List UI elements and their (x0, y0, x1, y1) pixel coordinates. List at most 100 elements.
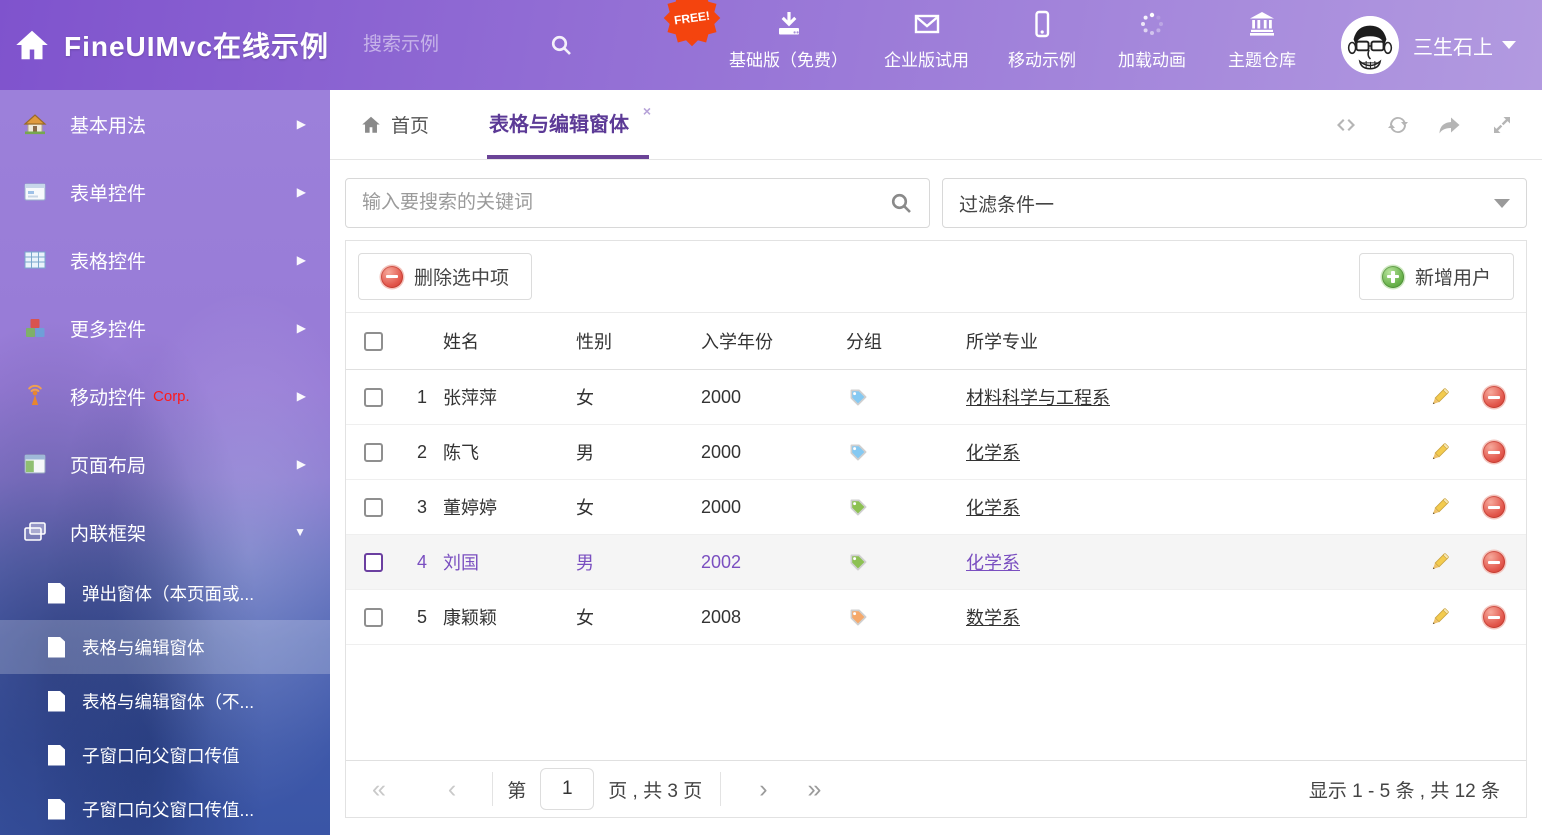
row-name: 陈飞 (443, 439, 576, 465)
delete-row-icon[interactable] (1483, 496, 1505, 518)
row-major-link[interactable]: 数学系 (966, 608, 1020, 628)
header-nav: FREE! 基础版（免费） 企业版试用 移动示例 加载动画 主题仓库 (729, 9, 1299, 81)
tab-home[interactable]: 首页 (360, 111, 429, 138)
header-search-input[interactable] (363, 34, 513, 56)
row-checkbox[interactable] (364, 553, 383, 572)
sidebar-subitem[interactable]: 表格与编辑窗体（不... (0, 674, 330, 728)
delete-row-icon[interactable] (1483, 441, 1505, 463)
sidebar-item-label: 更多控件 (70, 315, 146, 342)
sidebar: 基本用法 ▶ 表单控件 ▶ 表格控件 ▶ 更多控件 ▶ 移动控件 Corp. ▶… (0, 90, 330, 835)
edit-pencil-icon[interactable] (1428, 606, 1451, 629)
sidebar-item-label: 移动控件 (70, 383, 146, 410)
sidebar-subitem[interactable]: 表格与编辑窗体 (0, 620, 330, 674)
row-num: 5 (417, 607, 427, 628)
edit-pencil-icon[interactable] (1428, 441, 1451, 464)
last-page-button[interactable]: » (808, 777, 822, 802)
form-icon (22, 179, 48, 205)
edit-pencil-icon[interactable] (1428, 551, 1451, 574)
page-icon (48, 799, 65, 820)
add-user-button[interactable]: 新增用户 (1359, 253, 1514, 300)
search-icon[interactable] (889, 191, 913, 215)
free-badge: FREE! (663, 0, 721, 47)
table-row: 5 康颖颖 女 2008 数学系 (346, 590, 1526, 645)
sidebar-subitem-label: 子窗口向父窗口传值... (82, 797, 254, 822)
delete-row-icon[interactable] (1483, 606, 1505, 628)
nav-item-enterprise-trial[interactable]: 企业版试用 (884, 9, 969, 71)
nav-item-basic-free[interactable]: FREE! 基础版（免费） (729, 9, 848, 71)
select-all-checkbox[interactable] (364, 332, 383, 351)
layout-icon (22, 451, 48, 477)
keyword-search-box (345, 178, 930, 228)
filter-dropdown[interactable]: 过滤条件一 (942, 178, 1527, 228)
table-icon (22, 247, 48, 273)
mobile-icon (1027, 9, 1057, 39)
nav-item-label: 基础版（免费） (729, 46, 848, 71)
row-checkbox[interactable] (364, 498, 383, 517)
search-icon[interactable] (549, 33, 573, 57)
add-user-label: 新增用户 (1415, 263, 1491, 290)
sidebar-item-iframe[interactable]: 内联框架 ▼ (0, 498, 330, 566)
row-checkbox[interactable] (364, 388, 383, 407)
first-page-button[interactable]: « (372, 777, 386, 802)
sidebar-subitem[interactable]: 弹出窗体（本页面或... (0, 566, 330, 620)
row-gender: 男 (576, 549, 701, 575)
column-header-major: 所学专业 (966, 328, 1416, 354)
tab-toolbar (1334, 113, 1542, 137)
home-logo-icon[interactable] (14, 27, 50, 63)
edit-pencil-icon[interactable] (1428, 386, 1451, 409)
refresh-icon[interactable] (1386, 113, 1410, 137)
keyword-search-input[interactable] (362, 192, 889, 214)
row-checkbox[interactable] (364, 608, 383, 627)
column-header-year: 入学年份 (701, 328, 846, 354)
nav-item-loading-animation[interactable]: 加载动画 (1115, 9, 1189, 71)
row-gender: 女 (576, 604, 701, 630)
edit-pencil-icon[interactable] (1428, 496, 1451, 519)
chevron-right-icon: ▶ (297, 321, 306, 335)
sidebar-subitem[interactable]: 子窗口向父窗口传值... (0, 782, 330, 835)
delete-row-icon[interactable] (1483, 551, 1505, 573)
row-checkbox[interactable] (364, 443, 383, 462)
user-name: 三生石上 (1413, 31, 1493, 60)
nav-item-theme-store[interactable]: 主题仓库 (1225, 9, 1299, 71)
sidebar-item-page-layout[interactable]: 页面布局 ▶ (0, 430, 330, 498)
record-count-summary: 显示 1 - 5 条 , 共 12 条 (1309, 776, 1500, 803)
prev-page-button[interactable]: ‹ (448, 777, 456, 802)
chevron-right-icon: ▶ (297, 185, 306, 199)
sidebar-item-label: 页面布局 (70, 451, 146, 478)
sidebar-item-form-controls[interactable]: 表单控件 ▶ (0, 158, 330, 226)
chevron-right-icon: ▶ (297, 253, 306, 267)
user-menu[interactable]: 三生石上 (1341, 16, 1516, 74)
source-code-icon[interactable] (1334, 113, 1358, 137)
frames-icon (22, 519, 48, 545)
antenna-icon (22, 383, 48, 409)
sidebar-item-basic-usage[interactable]: 基本用法 ▶ (0, 90, 330, 158)
row-major-link[interactable]: 化学系 (966, 553, 1020, 573)
row-major-link[interactable]: 化学系 (966, 443, 1020, 463)
nav-item-label: 主题仓库 (1228, 46, 1296, 71)
row-major-link[interactable]: 材料科学与工程系 (966, 388, 1110, 408)
expand-icon[interactable] (1490, 113, 1514, 137)
sidebar-item-more-controls[interactable]: 更多控件 ▶ (0, 294, 330, 362)
sidebar-subitem[interactable]: 子窗口向父窗口传值 (0, 728, 330, 782)
table-row: 4 刘国 男 2002 化学系 (346, 535, 1526, 590)
next-page-button[interactable]: › (759, 777, 767, 802)
row-gender: 男 (576, 439, 701, 465)
sidebar-item-mobile-controls[interactable]: 移动控件 Corp. ▶ (0, 362, 330, 430)
row-major-link[interactable]: 化学系 (966, 498, 1020, 518)
page-number-input[interactable] (540, 768, 594, 810)
nav-item-label: 移动示例 (1008, 46, 1076, 71)
delete-selected-button[interactable]: 删除选中项 (358, 253, 532, 300)
nav-item-mobile-demo[interactable]: 移动示例 (1005, 9, 1079, 71)
envelope-icon (912, 9, 942, 39)
tag-icon (846, 442, 966, 463)
sidebar-item-label: 表格控件 (70, 247, 146, 274)
delete-row-icon[interactable] (1483, 386, 1505, 408)
table-header: 姓名 性别 入学年份 分组 所学专业 (346, 313, 1526, 370)
row-name: 董婷婷 (443, 494, 576, 520)
app-header: FineUIMvc在线示例 FREE! 基础版（免费） 企业版试用 移动示例 加… (0, 0, 1542, 90)
share-arrow-icon[interactable] (1438, 113, 1462, 137)
tab-grid-edit-window[interactable]: 表格与编辑窗体 × (487, 90, 649, 159)
sidebar-subitem-label: 弹出窗体（本页面或... (82, 581, 254, 606)
sidebar-item-grid-controls[interactable]: 表格控件 ▶ (0, 226, 330, 294)
close-icon[interactable]: × (643, 103, 651, 119)
